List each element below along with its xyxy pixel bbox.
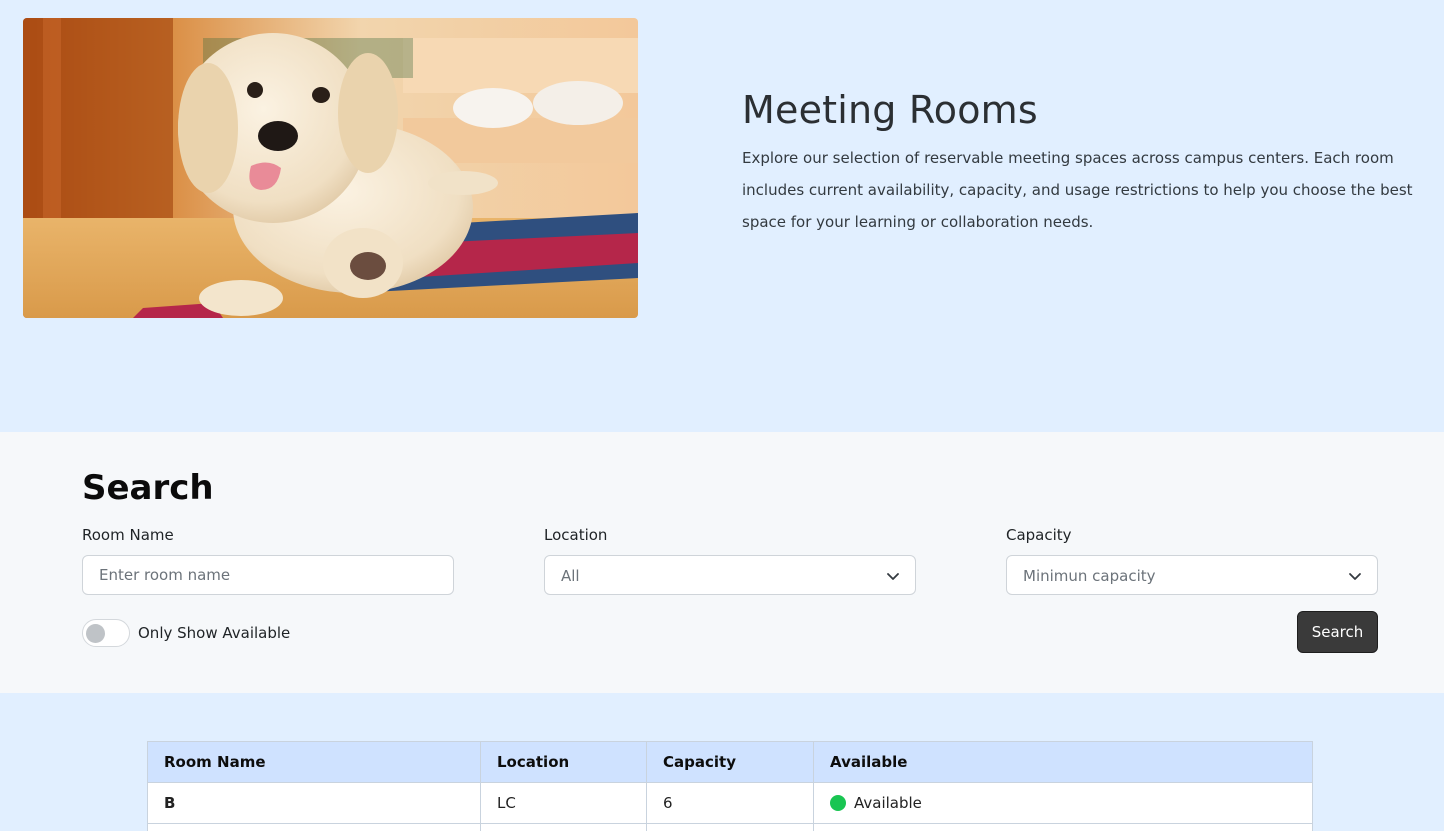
location-select[interactable]: All [544, 555, 916, 595]
chevron-down-icon [887, 573, 899, 580]
available-cell: Available [813, 782, 1313, 824]
only-available-toggle[interactable] [82, 619, 130, 647]
available-toggle-row: Only Show Available [82, 619, 290, 647]
capacity-cell: 6 [646, 782, 814, 824]
column-header-room-name[interactable]: Room Name [147, 741, 481, 783]
available-status-icon [830, 795, 846, 811]
only-available-label: Only Show Available [138, 624, 291, 642]
room-name-cell[interactable]: B [147, 782, 481, 824]
table-header-row: Room Name Location Capacity Available [147, 741, 1313, 783]
available-cell [813, 823, 1313, 831]
chevron-down-icon [1349, 573, 1361, 580]
capacity-cell [646, 823, 814, 831]
room-name-field [82, 555, 454, 595]
location-selected-value: All [561, 567, 580, 585]
capacity-label: Capacity [1006, 526, 1072, 544]
hero-text: Meeting Rooms Explore our selection of r… [742, 86, 1444, 238]
page-description: Explore our selection of reservable meet… [742, 149, 1413, 231]
capacity-select[interactable]: Minimun capacity [1006, 555, 1378, 595]
rooms-table: Room Name Location Capacity Available B … [147, 741, 1313, 831]
room-name-input[interactable] [83, 556, 453, 594]
search-section: Search Room Name Location All Capacity M… [0, 432, 1444, 693]
column-header-available[interactable]: Available [813, 741, 1313, 783]
page-title: Meeting Rooms [742, 88, 1038, 132]
puppy-photo [23, 18, 638, 318]
search-button[interactable]: Search [1297, 611, 1378, 653]
room-name-label: Room Name [82, 526, 174, 544]
location-label: Location [544, 526, 608, 544]
hero-section: Meeting Rooms Explore our selection of r… [0, 0, 1444, 432]
capacity-selected-value: Minimun capacity [1023, 567, 1156, 585]
location-cell: LC [480, 782, 647, 824]
column-header-capacity[interactable]: Capacity [646, 741, 814, 783]
results-section: Room Name Location Capacity Available B … [0, 693, 1444, 831]
table-row[interactable]: B LC 6 Available [147, 782, 1313, 824]
table-row[interactable] [147, 823, 1313, 831]
toggle-knob [86, 624, 105, 643]
search-title: Search [82, 468, 214, 508]
column-header-location[interactable]: Location [480, 741, 647, 783]
location-cell [480, 823, 647, 831]
room-name-cell [147, 823, 481, 831]
available-status-text: Available [854, 794, 922, 812]
